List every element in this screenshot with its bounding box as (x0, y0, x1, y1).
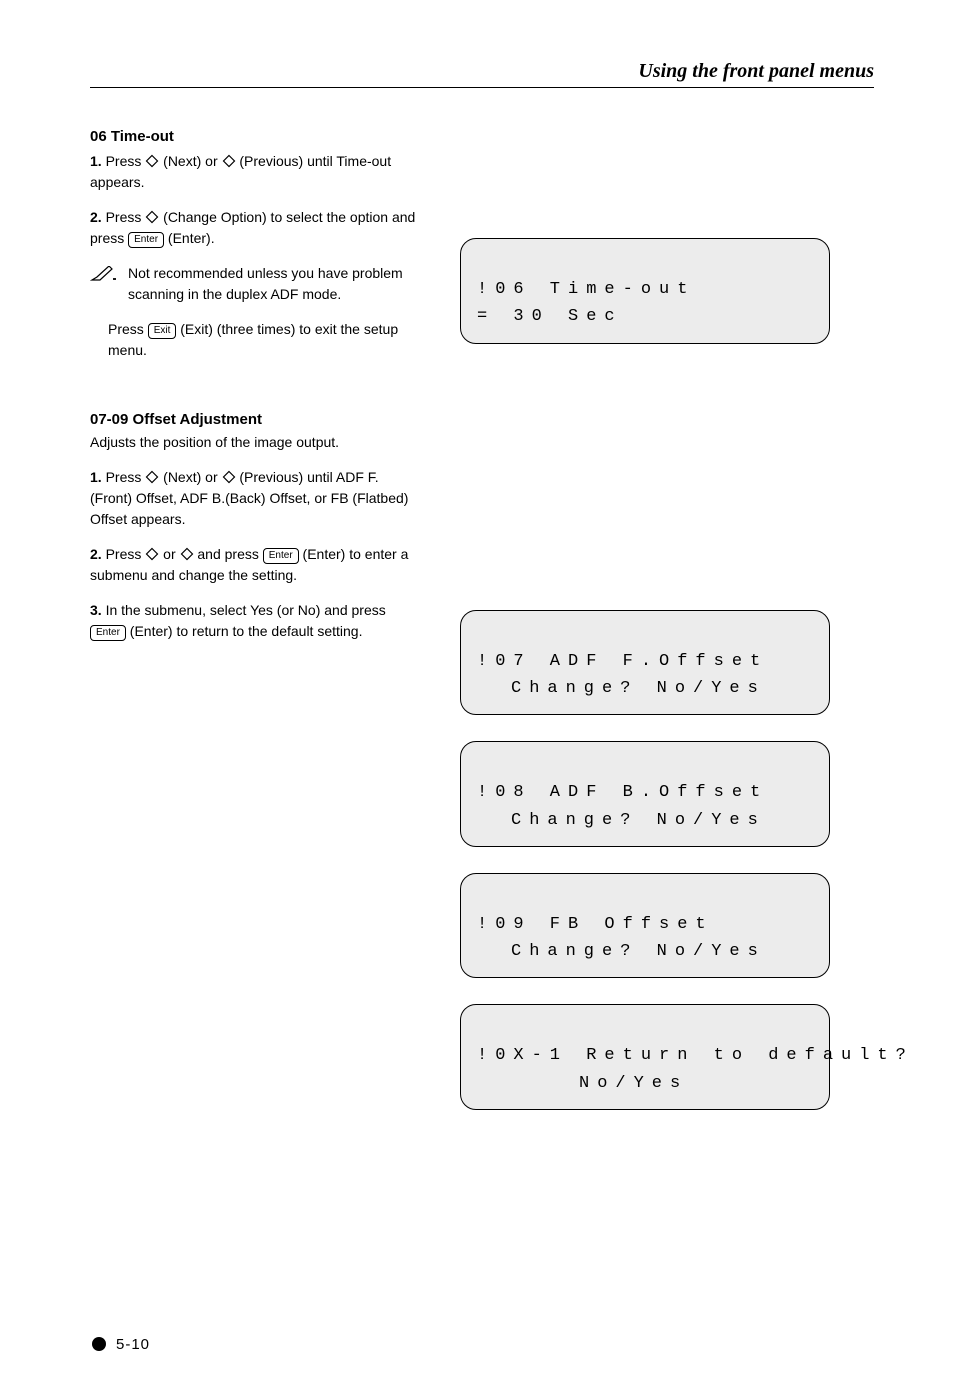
step-number: 2. (90, 209, 102, 225)
lcd-line: !09 FB Offset (477, 915, 714, 934)
lcd-timeout: !06 Time-out = 30 Sec (460, 238, 830, 344)
step-text: Press (106, 209, 146, 225)
section-offset-desc: Adjusts the position of the image output… (90, 432, 420, 453)
note-pencil-icon (90, 266, 118, 282)
exit-key: Exit (148, 323, 177, 339)
step-number: 2. (90, 546, 102, 562)
lcd-line: Change? No/Yes (477, 942, 766, 961)
page-header-title: Using the front panel menus (90, 60, 874, 83)
diamond-prev-icon (222, 153, 236, 167)
step-number: 1. (90, 153, 102, 169)
lcd-line: !06 Time-out (477, 280, 695, 299)
diamond-icon (180, 546, 194, 560)
lcd-line: Change? No/Yes (477, 679, 766, 698)
diamond-icon (145, 546, 159, 560)
diamond-change-icon (145, 209, 159, 223)
lcd-line: Change? No/Yes (477, 811, 766, 830)
step-text: In the submenu, select Yes (or No) and p… (106, 602, 386, 618)
lcd-line: = 30 Sec (477, 307, 623, 326)
step-text: Press (106, 546, 146, 562)
enter-key: Enter (263, 548, 299, 564)
lcd-adf-back: !08 ADF B.Offset Change? No/Yes (460, 741, 830, 847)
step-number: 3. (90, 602, 102, 618)
step-text: or (159, 546, 179, 562)
lcd-adf-front: !07 ADF F.Offset Change? No/Yes (460, 610, 830, 716)
lcd-fb-offset: !09 FB Offset Change? No/Yes (460, 873, 830, 979)
step-text: (Enter). (164, 230, 215, 246)
section-timeout-title: 06 Time-out (90, 128, 420, 145)
lcd-return-default: !0X-1 Return to default? No/Yes (460, 1004, 830, 1110)
step-text: Press (106, 153, 146, 169)
step-text: (Next) or (159, 469, 221, 485)
footer-bullet-icon (92, 1337, 106, 1351)
lcd-line: !08 ADF B.Offset (477, 783, 768, 802)
page-number: 5-10 (116, 1336, 150, 1353)
step-text: (Enter) to return to the default setting… (126, 623, 363, 639)
section-offset-title: 07-09 Offset Adjustment (90, 411, 420, 428)
step-number: 1. (90, 469, 102, 485)
lcd-line: !07 ADF F.Offset (477, 652, 768, 671)
enter-key: Enter (90, 625, 126, 641)
exit-text: Press (108, 321, 148, 337)
note-text: Not recommended unless you have problem … (128, 263, 420, 305)
header-rule (90, 87, 874, 88)
enter-key: Enter (128, 232, 164, 248)
step-text: Press (106, 469, 146, 485)
diamond-next-icon (145, 153, 159, 167)
step-text: and press (194, 546, 263, 562)
step-text: (Next) or (159, 153, 221, 169)
diamond-prev-icon (222, 469, 236, 483)
lcd-line: No/Yes (477, 1074, 688, 1093)
diamond-next-icon (145, 469, 159, 483)
lcd-line: !0X-1 Return to default? (477, 1046, 914, 1065)
